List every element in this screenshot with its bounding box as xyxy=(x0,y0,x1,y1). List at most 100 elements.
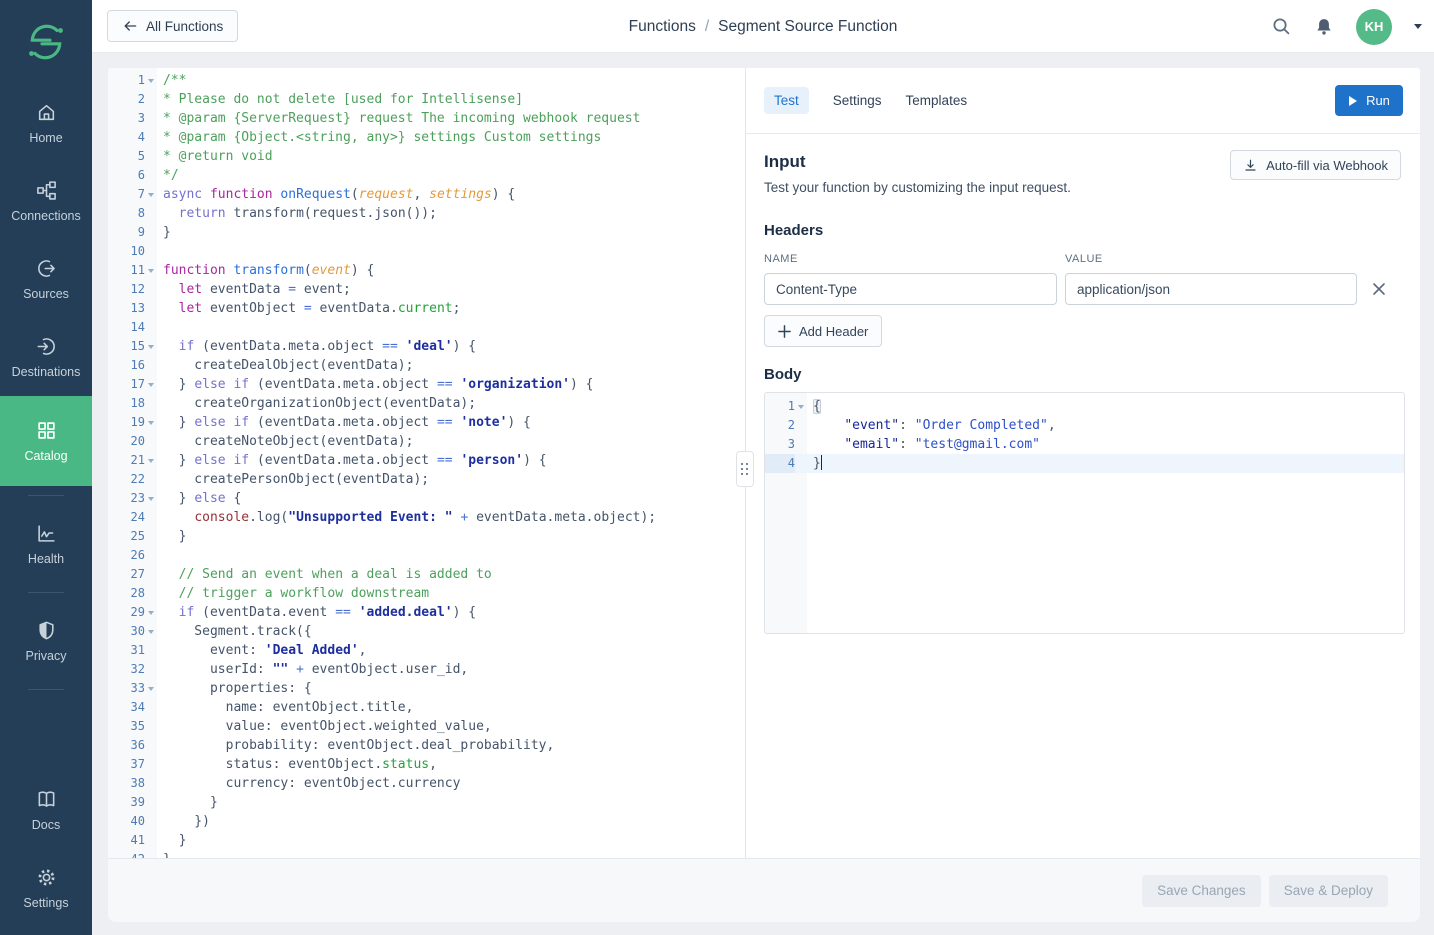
sidebar-item-destinations[interactable]: Destinations xyxy=(0,318,92,396)
line-number: 28 xyxy=(108,584,145,603)
code-line: 24 console.log("Unsupported Event: " + e… xyxy=(108,508,745,527)
save-changes-button[interactable]: Save Changes xyxy=(1142,875,1261,907)
fold-toggle-icon[interactable] xyxy=(145,261,157,280)
line-number: 25 xyxy=(108,527,145,546)
add-header-button[interactable]: Add Header xyxy=(764,315,882,347)
code-line: 26 xyxy=(108,546,745,565)
code-line: 11function transform(event) { xyxy=(108,261,745,280)
sidebar-item-settings[interactable]: Settings xyxy=(0,849,92,927)
line-number: 2 xyxy=(108,90,145,109)
code-line: 33 properties: { xyxy=(108,679,745,698)
code-line: 31 event: 'Deal Added', xyxy=(108,641,745,660)
pane-resize-handle[interactable] xyxy=(736,451,754,487)
code-line: 12 let eventData = event; xyxy=(108,280,745,299)
line-number: 2 xyxy=(765,416,795,435)
function-code-editor[interactable]: 1/**2* Please do not delete [used for In… xyxy=(108,68,745,858)
sidebar-item-label: Connections xyxy=(11,209,81,223)
fold-toggle-icon[interactable] xyxy=(145,375,157,394)
line-number: 8 xyxy=(108,204,145,223)
add-header-label: Add Header xyxy=(799,324,868,339)
fold-toggle-icon[interactable] xyxy=(145,71,157,90)
header-name-input[interactable] xyxy=(764,273,1057,305)
line-number: 31 xyxy=(108,641,145,660)
fold-toggle-icon[interactable] xyxy=(145,413,157,432)
body-editor[interactable]: 1{2 "event": "Order Completed",3 "email"… xyxy=(764,392,1405,634)
code-line: 29 if (eventData.event == 'added.deal') … xyxy=(108,603,745,622)
breadcrumb-section[interactable]: Functions xyxy=(629,18,696,36)
privacy-icon xyxy=(36,620,57,641)
line-number: 15 xyxy=(108,337,145,356)
header-value-input[interactable] xyxy=(1065,273,1357,305)
fold-toggle-icon[interactable] xyxy=(145,185,157,204)
line-number: 21 xyxy=(108,451,145,470)
code-line: 32 userId: "" + eventObject.user_id, xyxy=(108,660,745,679)
code-line: 18 createOrganizationObject(eventData); xyxy=(108,394,745,413)
sidebar-item-sources[interactable]: Sources xyxy=(0,240,92,318)
fold-toggle-icon[interactable] xyxy=(145,679,157,698)
line-number: 41 xyxy=(108,831,145,850)
tab-settings[interactable]: Settings xyxy=(833,93,882,108)
line-number: 5 xyxy=(108,147,145,166)
line-number: 35 xyxy=(108,717,145,736)
back-button-label: All Functions xyxy=(146,19,223,34)
all-functions-back-button[interactable]: All Functions xyxy=(107,10,238,42)
code-line: 4} xyxy=(765,454,1404,473)
line-number: 39 xyxy=(108,793,145,812)
code-line: 6*/ xyxy=(108,166,745,185)
segment-logo-icon[interactable] xyxy=(0,0,92,84)
code-line: 3 "email": "test@gmail.com" xyxy=(765,435,1404,454)
back-arrow-icon xyxy=(122,18,138,34)
line-number: 9 xyxy=(108,223,145,242)
line-number: 1 xyxy=(765,397,795,416)
run-button[interactable]: Run xyxy=(1335,85,1403,116)
fold-toggle-icon[interactable] xyxy=(145,451,157,470)
save-and-deploy-button[interactable]: Save & Deploy xyxy=(1269,875,1388,907)
sidebar-item-connections[interactable]: Connections xyxy=(0,162,92,240)
fold-toggle-icon[interactable] xyxy=(795,397,807,416)
fold-toggle-icon[interactable] xyxy=(145,603,157,622)
sidebar-item-home[interactable]: Home xyxy=(0,84,92,162)
sidebar-item-label: Docs xyxy=(32,818,60,832)
line-number: 29 xyxy=(108,603,145,622)
header-row xyxy=(764,273,1402,305)
editor-footer: Save Changes Save & Deploy xyxy=(108,858,1420,922)
breadcrumb-separator: / xyxy=(705,18,709,36)
tab-templates[interactable]: Templates xyxy=(906,93,968,108)
body-section-title: Body xyxy=(764,366,1402,383)
fold-toggle-icon[interactable] xyxy=(145,337,157,356)
code-line: 20 createNoteObject(eventData); xyxy=(108,432,745,451)
sidebar-item-label: Home xyxy=(29,131,62,145)
code-line: 3* @param {ServerRequest} request The in… xyxy=(108,109,745,128)
line-number: 22 xyxy=(108,470,145,489)
sidebar-item-catalog[interactable]: Catalog xyxy=(0,396,92,486)
notifications-bell-icon[interactable] xyxy=(1314,17,1334,37)
code-line: 21 } else if (eventData.meta.object == '… xyxy=(108,451,745,470)
chevron-down-icon[interactable] xyxy=(1414,24,1422,29)
line-number: 24 xyxy=(108,508,145,527)
code-line: 42} xyxy=(108,850,745,858)
sidebar-item-privacy[interactable]: Privacy xyxy=(0,602,92,680)
fold-toggle-icon[interactable] xyxy=(145,622,157,641)
search-icon[interactable] xyxy=(1271,16,1292,37)
line-number: 34 xyxy=(108,698,145,717)
text-cursor xyxy=(821,455,822,470)
sidebar-item-health[interactable]: Health xyxy=(0,505,92,583)
line-number: 27 xyxy=(108,565,145,584)
fold-toggle-icon[interactable] xyxy=(145,489,157,508)
sidebar-item-docs[interactable]: Docs xyxy=(0,771,92,849)
code-line: 23 } else { xyxy=(108,489,745,508)
code-line: 22 createPersonObject(eventData); xyxy=(108,470,745,489)
code-line: 30 Segment.track({ xyxy=(108,622,745,641)
line-number: 30 xyxy=(108,622,145,641)
download-icon xyxy=(1243,158,1258,173)
sidebar-item-label: Catalog xyxy=(24,449,67,463)
line-number: 18 xyxy=(108,394,145,413)
connections-icon xyxy=(36,180,57,201)
avatar[interactable]: KH xyxy=(1356,9,1392,45)
remove-header-button[interactable] xyxy=(1370,280,1388,298)
autofill-via-webhook-button[interactable]: Auto-fill via Webhook xyxy=(1230,150,1401,180)
header-value-label: VALUE xyxy=(1065,253,1103,265)
line-number: 40 xyxy=(108,812,145,831)
tab-test[interactable]: Test xyxy=(764,87,809,114)
catalog-icon xyxy=(36,420,57,441)
